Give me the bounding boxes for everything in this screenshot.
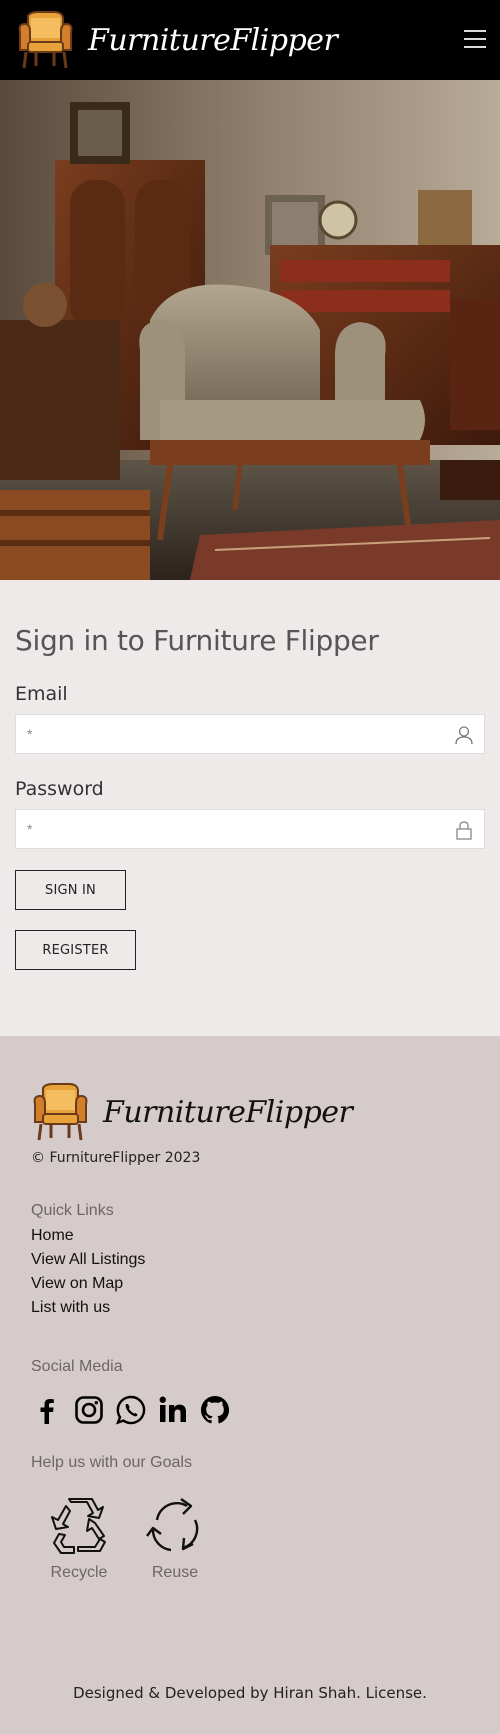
social-media-heading: Social Media [31, 1358, 123, 1375]
instagram-icon[interactable] [73, 1394, 105, 1426]
goal-recycle: Recycle [31, 1494, 127, 1582]
footer-brand-title: FurnitureFlipper [103, 1094, 353, 1130]
sign-in-button[interactable]: SIGN IN [15, 870, 126, 910]
armchair-logo-icon[interactable] [16, 10, 74, 70]
goals-row: Recycle Reuse [31, 1494, 469, 1582]
goal-recycle-label: Recycle [50, 1564, 108, 1581]
password-field[interactable] [16, 810, 484, 848]
lock-icon [456, 821, 472, 840]
credits-text[interactable]: Designed & Developed by Hiran Shah. Lice… [0, 1684, 500, 1702]
password-label: Password [15, 778, 104, 800]
brand-title[interactable]: FurnitureFlipper [88, 23, 338, 58]
armchair-logo-icon [33, 1083, 88, 1141]
user-icon [455, 726, 473, 745]
whatsapp-icon[interactable] [115, 1394, 147, 1426]
hero-image [0, 80, 500, 580]
recycle-icon [51, 1498, 106, 1554]
quick-link-home[interactable]: Home [31, 1224, 469, 1248]
hamburger-menu-icon[interactable] [464, 30, 486, 48]
signin-section: Sign in to Furniture Flipper Email Passw… [0, 580, 500, 1036]
vintage-armchair-room-photo [0, 80, 500, 580]
linkedin-icon[interactable] [157, 1394, 189, 1426]
register-button[interactable]: REGISTER [15, 930, 136, 970]
goals-heading: Help us with our Goals [31, 1454, 192, 1471]
quick-link-view-all-listings[interactable]: View All Listings [31, 1248, 469, 1272]
goal-reuse-label: Reuse [151, 1564, 199, 1581]
footer: FurnitureFlipper © FurnitureFlipper 2023… [0, 1036, 500, 1734]
social-icons-row [31, 1394, 469, 1426]
quick-link-list-with-us[interactable]: List with us [31, 1296, 469, 1320]
reuse-icon [146, 1498, 199, 1552]
signin-title: Sign in to Furniture Flipper [15, 624, 379, 657]
copyright-text: © FurnitureFlipper 2023 [31, 1150, 201, 1166]
facebook-icon[interactable] [31, 1394, 63, 1426]
email-field-wrapper [15, 714, 485, 754]
email-label: Email [15, 683, 68, 705]
password-field-wrapper [15, 809, 485, 849]
top-navbar: FurnitureFlipper [0, 0, 500, 80]
github-icon[interactable] [199, 1394, 231, 1426]
footer-brand-row: FurnitureFlipper [31, 1082, 469, 1142]
email-field[interactable] [16, 715, 484, 753]
quick-link-view-on-map[interactable]: View on Map [31, 1272, 469, 1296]
goal-reuse: Reuse [127, 1494, 223, 1582]
quick-links-heading: Quick Links [31, 1202, 114, 1219]
quick-links-list: Home View All Listings View on Map List … [31, 1224, 469, 1320]
